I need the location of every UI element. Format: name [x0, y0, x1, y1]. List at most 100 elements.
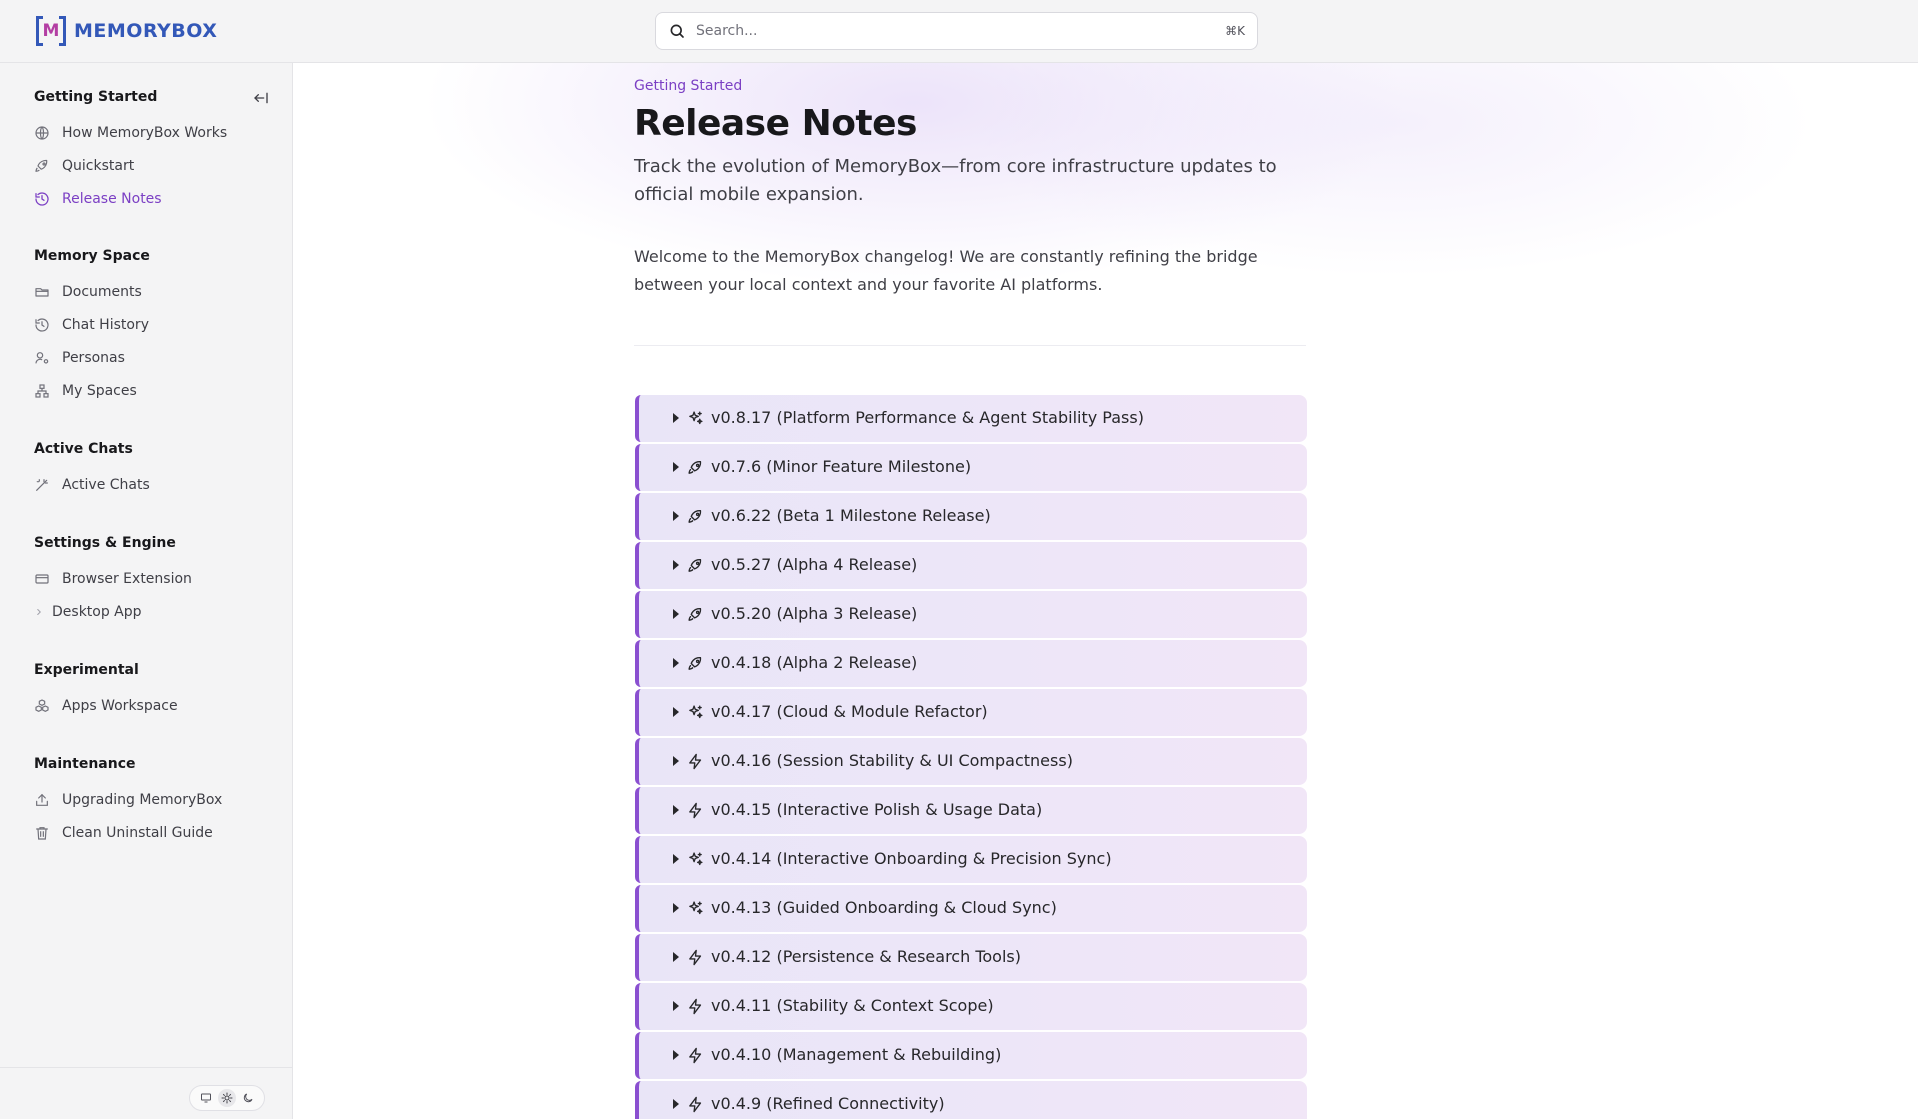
release-item-label: v0.4.13 (Guided Onboarding & Cloud Sync)	[711, 898, 1057, 917]
caret-right-icon	[673, 854, 679, 864]
release-item[interactable]: v0.4.16 (Session Stability & UI Compactn…	[635, 738, 1307, 785]
wand-icon	[36, 479, 48, 491]
globe-icon	[35, 126, 49, 140]
search-icon	[670, 24, 684, 38]
moon-icon	[243, 1093, 253, 1103]
release-item-label: v0.5.27 (Alpha 4 Release)	[711, 555, 918, 574]
section-title-memory-space: Memory Space	[34, 248, 150, 264]
release-item[interactable]: v0.6.22 (Beta 1 Milestone Release)	[635, 493, 1307, 540]
sidebar-item-desktop-app[interactable]: Desktop App	[34, 600, 274, 624]
release-item-label: v0.8.17 (Platform Performance & Agent St…	[711, 408, 1144, 427]
theme-toggle[interactable]	[189, 1085, 265, 1111]
sidebar-item-quickstart[interactable]: Quickstart	[34, 154, 274, 178]
intro-paragraph: Welcome to the MemoryBox changelog! We a…	[634, 247, 1258, 294]
release-item[interactable]: v0.5.27 (Alpha 4 Release)	[635, 542, 1307, 589]
release-item-label: v0.4.18 (Alpha 2 Release)	[711, 653, 918, 672]
sparkles-icon	[689, 901, 703, 915]
sidebar-item-documents[interactable]: Documents	[34, 280, 274, 304]
trash-icon	[36, 827, 48, 840]
zap-icon	[689, 1047, 702, 1064]
release-item-label: v0.4.16 (Session Stability & UI Compactn…	[711, 751, 1073, 770]
main-content: Getting Started Release Notes Track the …	[294, 63, 1918, 1119]
release-item-label: v0.6.22 (Beta 1 Milestone Release)	[711, 506, 991, 525]
release-item-label: v0.4.12 (Persistence & Research Tools)	[711, 947, 1021, 966]
top-header: M MEMORYBOX ⌘K	[0, 0, 1918, 63]
sidebar-item-active-chats[interactable]: Active Chats	[34, 473, 274, 497]
sidebar-item-chat-history[interactable]: Chat History	[34, 313, 274, 337]
folder-icon	[35, 288, 49, 297]
sidebar-footer-divider	[0, 1067, 293, 1068]
boxes-icon	[35, 699, 49, 712]
search-shortcut: ⌘K	[1225, 24, 1245, 38]
sidebar-item-browser-extension[interactable]: Browser Extension	[34, 567, 274, 591]
release-item[interactable]: v0.4.13 (Guided Onboarding & Cloud Sync)	[635, 885, 1307, 932]
release-item-label: v0.4.15 (Interactive Polish & Usage Data…	[711, 800, 1043, 819]
zap-icon	[689, 1096, 702, 1113]
caret-right-icon	[673, 658, 679, 668]
sparkles-icon	[689, 411, 703, 425]
caret-right-icon	[673, 903, 679, 913]
theme-light-button[interactable]	[217, 1089, 236, 1107]
section-title-maintenance: Maintenance	[34, 756, 136, 772]
release-item[interactable]: v0.4.18 (Alpha 2 Release)	[635, 640, 1307, 687]
sidebar-item-my-spaces[interactable]: My Spaces	[34, 379, 274, 403]
sidebar-item-upgrading-memorybox[interactable]: Upgrading MemoryBox	[34, 788, 274, 812]
release-item[interactable]: v0.4.9 (Refined Connectivity)	[635, 1081, 1307, 1119]
rocket-icon	[688, 607, 702, 621]
breadcrumb[interactable]: Getting Started	[634, 78, 742, 94]
caret-right-icon	[673, 413, 679, 423]
section-title-getting-started: Getting Started	[34, 89, 158, 105]
caret-right-icon	[673, 707, 679, 717]
search-bar[interactable]: ⌘K	[655, 12, 1258, 50]
logo-text: MEMORYBOX	[74, 20, 218, 42]
sidebar-item-release-notes[interactable]: Release Notes	[34, 187, 274, 211]
search-input[interactable]	[696, 23, 1226, 39]
caret-right-icon	[673, 511, 679, 521]
history-icon	[35, 192, 49, 206]
caret-right-icon	[673, 560, 679, 570]
release-item[interactable]: v0.4.11 (Stability & Context Scope)	[635, 983, 1307, 1030]
sidebar-item-how-memorybox-works[interactable]: How MemoryBox Works	[34, 121, 274, 145]
release-item[interactable]: v0.4.10 (Management & Rebuilding)	[635, 1032, 1307, 1079]
caret-right-icon	[673, 462, 679, 472]
logo-mark-icon: M	[36, 16, 66, 46]
content-divider	[634, 345, 1306, 346]
logo[interactable]: M MEMORYBOX	[36, 15, 217, 47]
theme-system-button[interactable]	[197, 1089, 215, 1107]
release-item[interactable]: v0.7.6 (Minor Feature Milestone)	[635, 444, 1307, 491]
rocket-icon	[688, 460, 702, 474]
caret-right-icon	[673, 609, 679, 619]
caret-right-icon	[673, 805, 679, 815]
collapse-sidebar-button[interactable]	[250, 87, 272, 109]
release-item-label: v0.4.10 (Management & Rebuilding)	[711, 1045, 1002, 1064]
collapse-left-icon	[254, 92, 268, 104]
release-item-label: v0.5.20 (Alpha 3 Release)	[711, 604, 918, 623]
page-subtitle: Track the evolution of MemoryBox—from co…	[634, 156, 1277, 205]
user-cog-icon	[35, 352, 49, 364]
release-item[interactable]: v0.4.15 (Interactive Polish & Usage Data…	[635, 787, 1307, 834]
upload-icon	[36, 793, 48, 806]
section-title-experimental: Experimental	[34, 662, 139, 678]
sidebar-item-personas[interactable]: Personas	[34, 346, 274, 370]
release-item[interactable]: v0.8.17 (Platform Performance & Agent St…	[635, 395, 1307, 442]
sidebar-item-apps-workspace[interactable]: Apps Workspace	[34, 694, 274, 718]
monitor-icon	[201, 1093, 212, 1103]
caret-right-icon	[673, 756, 679, 766]
release-item[interactable]: v0.4.17 (Cloud & Module Refactor)	[635, 689, 1307, 736]
release-item-label: v0.4.9 (Refined Connectivity)	[711, 1094, 945, 1113]
rocket-icon	[688, 509, 702, 523]
release-item-label: v0.7.6 (Minor Feature Milestone)	[711, 457, 972, 476]
release-list: v0.8.17 (Platform Performance & Agent St…	[635, 395, 1307, 1119]
caret-right-icon	[673, 952, 679, 962]
rocket-icon	[688, 656, 702, 670]
chevron-right-icon	[37, 608, 41, 616]
release-item[interactable]: v0.4.14 (Interactive Onboarding & Precis…	[635, 836, 1307, 883]
card-icon	[35, 574, 49, 584]
caret-right-icon	[673, 1050, 679, 1060]
theme-dark-button[interactable]	[239, 1089, 257, 1107]
sidebar-item-clean-uninstall-guide[interactable]: Clean Uninstall Guide	[34, 821, 274, 845]
release-item[interactable]: v0.4.12 (Persistence & Research Tools)	[635, 934, 1307, 981]
caret-right-icon	[673, 1099, 679, 1109]
section-title-settings-engine: Settings & Engine	[34, 535, 176, 551]
release-item[interactable]: v0.5.20 (Alpha 3 Release)	[635, 591, 1307, 638]
